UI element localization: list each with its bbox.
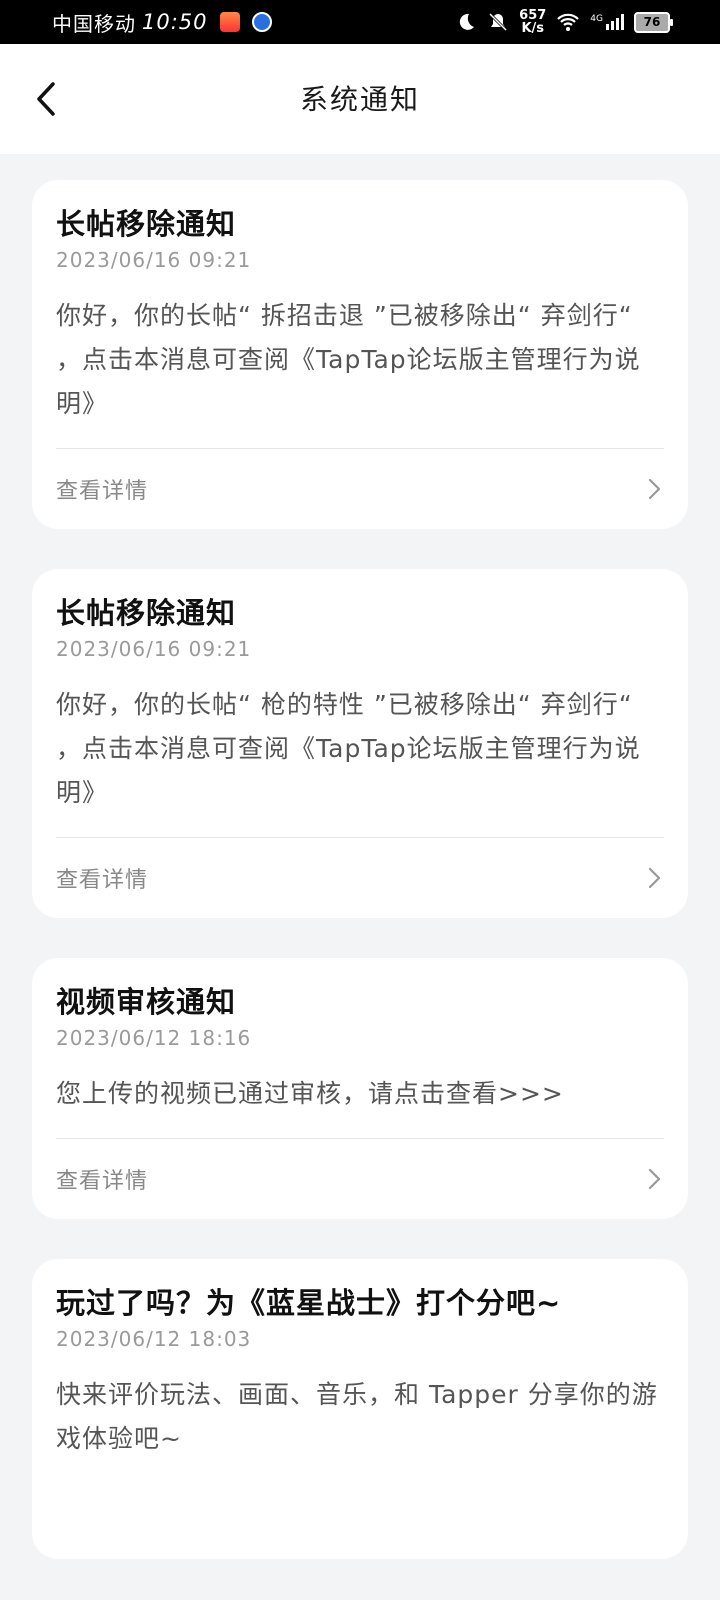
status-left: 中国移动 10:50	[52, 8, 272, 37]
app-header: 系统通知	[0, 44, 720, 154]
browser-notification-icon	[251, 12, 272, 32]
battery-level: 76	[643, 15, 661, 29]
notification-title: 长帖移除通知	[56, 207, 237, 241]
network-speed: 657 K/s	[519, 9, 546, 35]
status-bar: 中国移动 10:50 657 K/s 4G 76	[0, 0, 720, 44]
notification-time: 2023/06/16 09:21	[56, 637, 252, 661]
notification-time: 2023/06/12 18:16	[56, 1026, 252, 1050]
view-details-button[interactable]: 查看详情	[56, 838, 664, 918]
wifi-icon	[557, 13, 580, 31]
notification-title: 视频审核通知	[56, 985, 237, 1019]
chevron-right-icon	[648, 867, 661, 889]
speed-unit: K/s	[521, 21, 544, 36]
notification-body: 您上传的视频已通过审核，请点击查看>>>	[56, 1079, 564, 1108]
battery-icon: 76	[634, 11, 673, 33]
notification-body: 你好，你的长帖“ 拆招击退 ”已被移除出“ 弃剑行“ ，点击本消息可查阅《Tap…	[56, 301, 641, 418]
notification-time: 2023/06/12 18:03	[56, 1327, 252, 1351]
view-details-label: 查看详情	[56, 1169, 149, 1194]
view-details-button[interactable]: 查看详情	[56, 449, 664, 529]
notification-card[interactable]: 视频审核通知 2023/06/12 18:16 您上传的视频已通过审核，请点击查…	[32, 958, 688, 1219]
view-details-button[interactable]: 查看详情	[56, 1139, 664, 1219]
notification-card[interactable]: 长帖移除通知 2023/06/16 09:21 你好，你的长帖“ 拆招击退 ”已…	[32, 180, 688, 529]
notification-card[interactable]: 长帖移除通知 2023/06/16 09:21 你好，你的长帖“ 枪的特性 ”已…	[32, 569, 688, 918]
page-title: 系统通知	[299, 83, 420, 116]
app-notification-icon	[219, 12, 240, 32]
notification-list: 长帖移除通知 2023/06/16 09:21 你好，你的长帖“ 拆招击退 ”已…	[32, 180, 688, 1599]
view-details-label: 查看详情	[56, 868, 149, 893]
status-right: 657 K/s 4G 76	[455, 9, 673, 35]
notification-body: 你好，你的长帖“ 枪的特性 ”已被移除出“ 弃剑行“ ，点击本消息可查阅《Tap…	[56, 690, 641, 807]
network-type: 4G	[590, 14, 603, 24]
moon-icon	[459, 13, 475, 30]
notification-title: 玩过了吗？为《蓝星战士》打个分吧~	[56, 1286, 562, 1320]
notification-card[interactable]: 玩过了吗？为《蓝星战士》打个分吧~ 2023/06/12 18:03 快来评价玩…	[32, 1259, 688, 1559]
chevron-right-icon	[648, 1168, 661, 1190]
cell-signal-icon: 4G	[590, 14, 624, 30]
clock: 10:50	[142, 10, 208, 34]
chevron-right-icon	[648, 478, 661, 500]
notification-time: 2023/06/16 09:21	[56, 248, 252, 272]
bell-muted-icon	[489, 12, 508, 32]
carrier-label: 中国移动	[52, 11, 136, 36]
notification-body: 快来评价玩法、画面、音乐，和 Tapper 分享你的游戏体验吧~	[56, 1380, 658, 1453]
notification-title: 长帖移除通知	[56, 596, 237, 630]
view-details-label: 查看详情	[56, 479, 149, 504]
